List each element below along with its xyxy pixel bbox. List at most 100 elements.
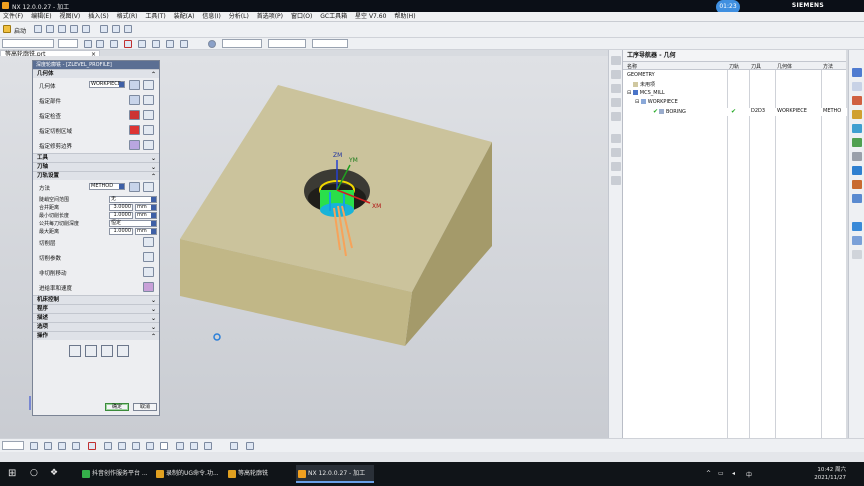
new-icon[interactable]	[34, 25, 42, 33]
merge-input[interactable]: 3.0000	[109, 204, 133, 211]
min-cut-input[interactable]: 1.0000	[109, 212, 133, 219]
point-icon[interactable]	[138, 40, 146, 48]
redo-icon[interactable]	[82, 25, 90, 33]
body-icon[interactable]	[180, 40, 188, 48]
menu-gc-toolkit[interactable]: GC工具箱	[317, 12, 350, 22]
windows-start-icon[interactable]: ⊞	[8, 468, 16, 479]
merge-unit-select[interactable]: mm	[135, 204, 157, 211]
nav-icon-4[interactable]	[611, 98, 621, 107]
clock-icon[interactable]	[852, 222, 862, 231]
section-path-settings[interactable]: 刀轨设置 ⌃	[33, 171, 159, 180]
filter-select[interactable]	[2, 441, 24, 450]
scope-select[interactable]	[58, 39, 78, 48]
menu-tools[interactable]: 工具(T)	[142, 12, 168, 22]
method-select[interactable]: METHOD	[89, 183, 125, 190]
snap-active-icon[interactable]	[160, 442, 168, 450]
cut-icon[interactable]	[100, 25, 108, 33]
roles-icon[interactable]	[852, 180, 862, 189]
col-name[interactable]: 名称	[627, 63, 637, 70]
snap-control-icon[interactable]	[58, 442, 66, 450]
tree-row[interactable]: ⊟ WORKPIECE	[623, 99, 847, 107]
menu-help[interactable]: 帮助(H)	[391, 12, 418, 22]
ime-icon[interactable]: 中	[746, 470, 752, 479]
col-path[interactable]: 刀轨	[729, 63, 739, 70]
view-icon[interactable]	[852, 236, 862, 245]
curve-icon[interactable]	[152, 40, 160, 48]
cut-levels-icon[interactable]	[143, 237, 154, 247]
specify-trim-boundary-icon[interactable]	[129, 140, 140, 150]
new-method-icon[interactable]	[129, 182, 140, 192]
menu-xingkong[interactable]: 星空 V7.60	[352, 12, 389, 22]
edit-method-icon[interactable]	[143, 182, 154, 192]
history-icon[interactable]	[852, 152, 862, 161]
ok-button[interactable]: 确定	[105, 403, 129, 411]
snap-on-face-icon[interactable]	[146, 442, 154, 450]
snap-existing-icon[interactable]	[118, 442, 126, 450]
section-machine-control[interactable]: 机床控制 ⌄	[33, 295, 159, 304]
generate-icon[interactable]	[69, 345, 81, 357]
tray-chevron-icon[interactable]: ^	[706, 470, 711, 477]
replay-icon[interactable]	[85, 345, 97, 357]
network-icon[interactable]: ▭	[718, 470, 724, 477]
menu-preferences[interactable]: 首选项(P)	[254, 12, 286, 22]
list-icon[interactable]	[117, 345, 129, 357]
view-orient-icon[interactable]	[208, 40, 216, 48]
expand-icon[interactable]: ⊟	[627, 90, 631, 96]
volume-icon[interactable]: ◂	[732, 470, 735, 477]
menu-edit[interactable]: 编辑(E)	[28, 12, 54, 22]
snap-point-icon[interactable]	[204, 442, 212, 450]
nav-icon-2[interactable]	[611, 70, 621, 79]
work-layer-select[interactable]	[268, 39, 306, 48]
web-browser-icon[interactable]	[852, 138, 862, 147]
tree-row[interactable]: GEOMETRY	[623, 72, 847, 80]
section-tool[interactable]: 工具 ⌄	[33, 153, 159, 162]
search-icon[interactable]: ○	[30, 468, 38, 478]
assembly-nav-icon[interactable]	[852, 96, 862, 105]
nav-icon-6[interactable]	[611, 134, 621, 143]
col-tool[interactable]: 刀具	[751, 63, 761, 70]
select-icon[interactable]	[96, 40, 104, 48]
display-part-icon[interactable]	[143, 95, 154, 105]
edit-geometry-icon[interactable]	[143, 80, 154, 90]
task-zlevel[interactable]: 等高轮廓铣	[226, 465, 292, 483]
section-description[interactable]: 描述 ⌄	[33, 313, 159, 322]
display-cut-area-icon[interactable]	[143, 125, 154, 135]
section-program[interactable]: 程序 ⌄	[33, 304, 159, 313]
specify-part-icon[interactable]	[129, 95, 140, 105]
expand-icon[interactable]: ⊟	[635, 99, 639, 105]
snap-on-curve-icon[interactable]	[132, 442, 140, 450]
section-options[interactable]: 选项 ⌄	[33, 322, 159, 331]
menu-window[interactable]: 窗口(O)	[288, 12, 315, 22]
section-geometry[interactable]: 几何体 ⌃	[33, 69, 159, 78]
snap-icon[interactable]	[84, 40, 92, 48]
copy-icon[interactable]	[112, 25, 120, 33]
start-icon[interactable]	[3, 25, 11, 33]
snap-center-icon[interactable]	[88, 442, 96, 450]
max-dist-unit-select[interactable]: mm	[135, 228, 157, 235]
tree-row[interactable]: ⊟ MCS_MILL	[623, 90, 847, 98]
snap-midpoint-icon[interactable]	[44, 442, 52, 450]
section-tool-axis[interactable]: 刀轴 ⌄	[33, 162, 159, 171]
nav-icon-5[interactable]	[611, 112, 621, 121]
nav-icon-7[interactable]	[611, 148, 621, 157]
navigator-icon[interactable]	[852, 68, 862, 77]
geometry-select[interactable]: WORKPIECE	[89, 81, 125, 88]
task-view-icon[interactable]: ❖	[50, 468, 58, 478]
non-cut-icon[interactable]	[143, 267, 154, 277]
start-label[interactable]: 启动	[14, 26, 26, 35]
max-dist-input[interactable]: 1.0000	[109, 228, 133, 235]
snap-quadrant-icon[interactable]	[104, 442, 112, 450]
nav-icon-9[interactable]	[611, 176, 621, 185]
cancel-button[interactable]: 取消	[133, 403, 157, 411]
snap-intersection-icon[interactable]	[72, 442, 80, 450]
feeds-icon[interactable]	[143, 282, 154, 292]
render-style-select[interactable]	[312, 39, 348, 48]
part-nav-icon[interactable]	[852, 82, 862, 91]
depth-select[interactable]: 恒定	[109, 220, 157, 227]
menu-analysis[interactable]: 分析(L)	[226, 12, 252, 22]
nav-icon-1[interactable]	[611, 56, 621, 65]
col-geometry[interactable]: 几何体	[777, 63, 792, 70]
layer-select[interactable]	[222, 39, 262, 48]
filter-icon[interactable]	[110, 40, 118, 48]
col-method[interactable]: 方法	[823, 63, 833, 70]
